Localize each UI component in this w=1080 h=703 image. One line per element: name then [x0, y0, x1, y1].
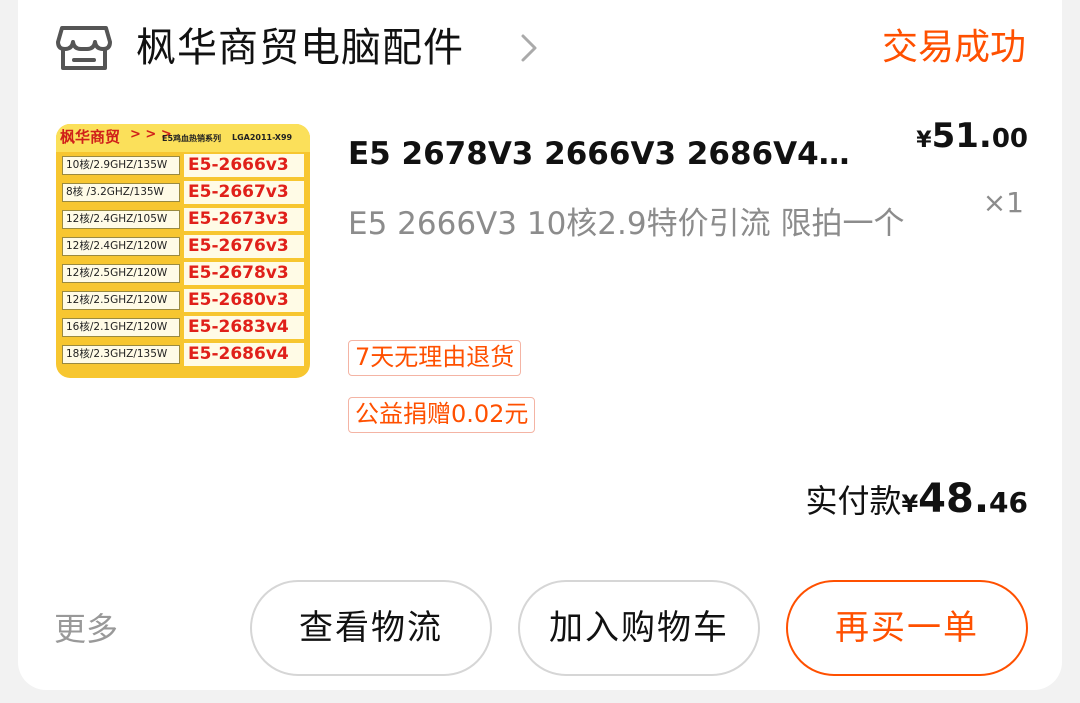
image-banner: 枫华商贸 > > > E5鸡血热销系列 LGA2011-X99 [56, 124, 310, 152]
image-model: E5-2683v4 [184, 316, 304, 339]
paid-decimal: 46 [989, 486, 1028, 519]
store-icon [54, 22, 114, 74]
image-spec: 12核/2.4GHZ/105W [62, 210, 180, 229]
more-button[interactable]: 更多 [54, 604, 118, 650]
image-model: E5-2666v3 [184, 154, 304, 177]
charity-tag: 公益捐赠0.02元 [348, 397, 536, 433]
add-to-cart-button[interactable]: 加入购物车 [518, 580, 760, 676]
image-spec-row: 12核/2.4GHZ/120W E5-2676v3 [60, 233, 306, 260]
image-spec-row: 16核/2.1GHZ/120W E5-2683v4 [60, 314, 306, 341]
image-spec-row: 8核 /3.2GHZ/135W E5-2667v3 [60, 179, 306, 206]
order-status: 交易成功 [881, 27, 1026, 68]
image-model: E5-2667v3 [184, 181, 304, 204]
image-spec: 12核/2.4GHZ/120W [62, 237, 180, 256]
price-integer: 51. [931, 116, 992, 156]
image-spec: 18核/2.3GHZ/135W [62, 345, 180, 364]
shop-header[interactable]: 枫华商贸电脑配件 交易成功 [18, 16, 1062, 80]
return-policy-tag: 7天无理由退货 [348, 340, 522, 376]
image-spec-row: 10核/2.9GHZ/135W E5-2666v3 [60, 152, 306, 179]
image-spec-row: 12核/2.5GHZ/120W E5-2678v3 [60, 260, 306, 287]
image-spec: 12核/2.5GHZ/120W [62, 264, 180, 283]
chevron-right-icon[interactable] [518, 30, 540, 66]
image-model: E5-2678v3 [184, 262, 304, 285]
image-series-text: E5鸡血热销系列 [162, 134, 222, 143]
image-socket-text: LGA2011-X99 [232, 133, 293, 142]
paid-amount: 实付款¥48.46 [805, 476, 1028, 522]
price-decimal: 00 [991, 124, 1028, 154]
buy-again-button[interactable]: 再买一单 [786, 580, 1028, 676]
paid-integer: 48. [918, 476, 990, 522]
image-brand-text: 枫华商贸 [60, 128, 121, 146]
image-spec: 10核/2.9GHZ/135W [62, 156, 180, 175]
view-logistics-button[interactable]: 查看物流 [250, 580, 492, 676]
product-image[interactable]: 枫华商贸 > > > E5鸡血热销系列 LGA2011-X99 10核/2.9G… [56, 124, 310, 378]
image-spec-row: 12核/2.5GHZ/120W E5-2680v3 [60, 287, 306, 314]
quantity: ×1 [982, 186, 1024, 219]
product-sku: E5 2666V3 10核2.9特价引流 限拍一个 [348, 206, 905, 242]
product-title[interactable]: E5 2678V3 2666V3 2686V4… [348, 132, 888, 176]
price-currency: ¥ [916, 128, 932, 153]
image-model: E5-2680v3 [184, 289, 304, 312]
image-model: E5-2676v3 [184, 235, 304, 258]
image-spec: 8核 /3.2GHZ/135W [62, 183, 180, 202]
paid-currency: ¥ [901, 490, 919, 518]
paid-label: 实付款 [805, 482, 902, 520]
image-spec: 16核/2.1GHZ/120W [62, 318, 180, 337]
image-model: E5-2673v3 [184, 208, 304, 231]
unit-price: ¥51.00 [916, 116, 1028, 156]
image-spec-table: 10核/2.9GHZ/135W E5-2666v3 8核 /3.2GHZ/135… [60, 152, 306, 368]
image-model: E5-2686v4 [184, 343, 304, 366]
image-spec-row: 18核/2.3GHZ/135W E5-2686v4 [60, 341, 306, 368]
image-spec-row: 12核/2.4GHZ/105W E5-2673v3 [60, 206, 306, 233]
shop-name[interactable]: 枫华商贸电脑配件 [136, 22, 464, 74]
image-spec: 12核/2.5GHZ/120W [62, 291, 180, 310]
order-card: 枫华商贸电脑配件 交易成功 枫华商贸 > > > E5鸡血热销系列 LGA201… [18, 0, 1062, 690]
